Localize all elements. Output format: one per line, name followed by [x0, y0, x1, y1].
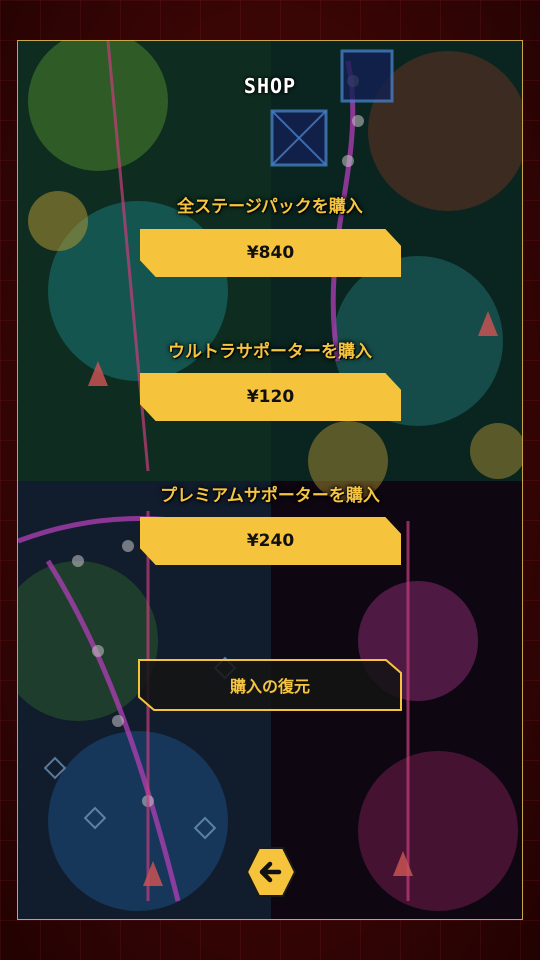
arrow-left-icon — [245, 847, 297, 897]
gameplay-background — [17, 40, 523, 920]
price-label: ¥120 — [246, 387, 295, 407]
back-button[interactable] — [245, 846, 297, 898]
price-label: ¥840 — [246, 243, 295, 263]
ultra-supporter-buy-button[interactable]: ¥120 — [140, 373, 401, 421]
all-stages-pack-buy-button[interactable]: ¥840 — [140, 229, 401, 277]
premium-supporter-buy-button[interactable]: ¥240 — [140, 517, 401, 565]
restore-purchases-button[interactable]: 購入の復元 — [138, 659, 402, 711]
page-title: SHOP — [243, 74, 297, 98]
restore-purchases-label: 購入の復元 — [229, 677, 310, 696]
price-label: ¥240 — [246, 531, 295, 551]
all-stages-pack-label: 全ステージパックを購入 — [177, 197, 363, 217]
ultra-supporter-label: ウルトラサポーターを購入 — [168, 342, 372, 362]
premium-supporter-label: プレミアムサポーターを購入 — [160, 486, 380, 506]
